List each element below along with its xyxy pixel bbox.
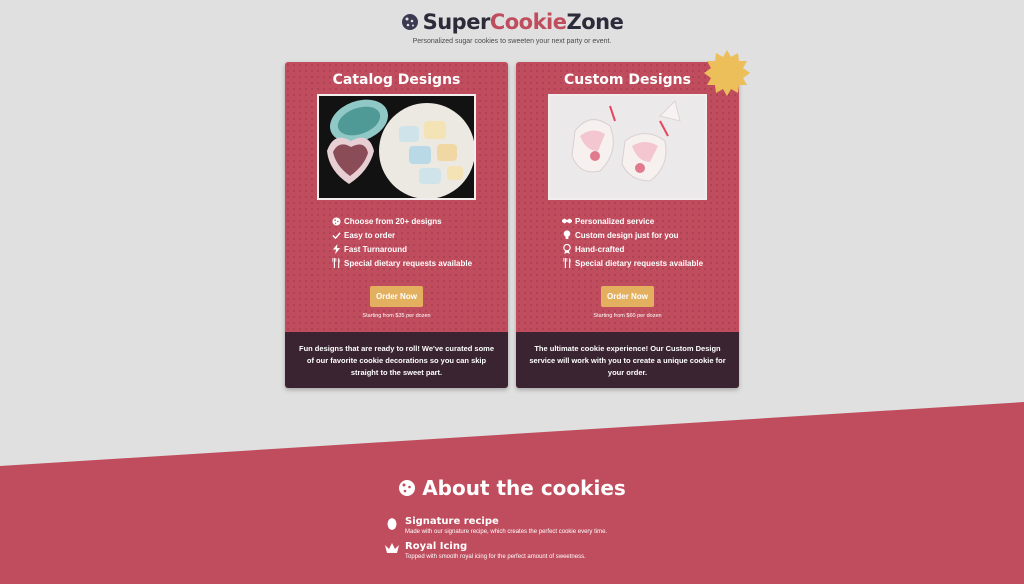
about-feature-list: Signature recipe Made with our signature… — [384, 516, 607, 566]
utensils-icon — [562, 258, 572, 268]
feature-item: Choose from 20+ designs — [331, 214, 508, 228]
feature-item: Special dietary requests available — [331, 256, 508, 270]
tagline: Personalized sugar cookies to sweeten yo… — [412, 38, 612, 45]
card-title: Catalog Designs — [332, 72, 461, 88]
crown-icon — [384, 541, 400, 560]
feature-text: Hand-crafted — [575, 244, 625, 254]
about-section-heading: About the cookies — [0, 476, 1024, 502]
lightning-icon — [331, 244, 341, 254]
about-item-text: Topped with smooth royal icing for the p… — [405, 554, 586, 560]
award-icon — [562, 244, 572, 254]
about-item-text: Made with our signature recipe, which cr… — [405, 529, 608, 535]
logo-word-super: Super — [422, 10, 491, 34]
feature-item: Hand-crafted — [562, 242, 739, 256]
about-item: Royal Icing Topped with smooth royal ici… — [384, 541, 607, 560]
feature-text: Choose from 20+ designs — [344, 216, 442, 226]
about-title: About the cookies — [422, 476, 626, 500]
feature-text: Special dietary requests available — [344, 258, 473, 268]
feature-text: Easy to order — [344, 230, 396, 240]
feature-item: Easy to order — [331, 228, 508, 242]
feature-item: Personalized service — [562, 214, 739, 228]
card-footer-description: Fun designs that are ready to roll! We'v… — [285, 332, 508, 388]
check-icon — [331, 231, 341, 240]
lightbulb-icon — [562, 230, 572, 240]
feature-text: Special dietary requests available — [575, 258, 704, 268]
catalog-feature-list: Choose from 20+ designs Easy to order Fa… — [331, 214, 508, 270]
logo-word-cookie: Cookie — [489, 10, 567, 34]
feature-item: Fast Turnaround — [331, 242, 508, 256]
cookie-logo-icon — [401, 14, 418, 30]
catalog-cookies-photo — [317, 94, 476, 200]
feature-text: Custom design just for you — [575, 230, 679, 240]
about-item-title: Signature recipe — [405, 516, 499, 527]
starburst-badge — [704, 50, 750, 96]
order-now-button[interactable]: Order Now — [370, 286, 423, 307]
card-footer-description: The ultimate cookie experience! Our Cust… — [516, 332, 739, 388]
feature-item: Custom design just for you — [562, 228, 739, 242]
cookie-icon — [331, 216, 341, 226]
price-note: Starting from $35 per dozen — [362, 313, 431, 319]
about-item-title: Royal Icing — [405, 541, 468, 552]
order-now-button[interactable]: Order Now — [601, 286, 654, 307]
cookie-icon — [399, 480, 416, 496]
custom-designs-card: Custom Designs Personalized service Cust… — [516, 50, 750, 388]
utensils-icon — [331, 258, 341, 268]
site-logo[interactable]: SuperCookieZone — [401, 10, 624, 34]
custom-feature-list: Personalized service Custom design just … — [562, 214, 739, 270]
site-header: SuperCookieZone Personalized sugar cooki… — [0, 10, 1024, 45]
feature-text: Fast Turnaround — [344, 244, 407, 254]
about-item: Signature recipe Made with our signature… — [384, 516, 607, 535]
egg-icon — [384, 516, 400, 535]
feature-item: Special dietary requests available — [562, 256, 739, 270]
catalog-designs-card: Catalog Designs Choose from 20+ designs — [285, 62, 508, 388]
price-note: Starting from $60 per dozen — [593, 313, 662, 319]
logo-word-zone: Zone — [566, 10, 624, 34]
handshake-icon — [562, 217, 572, 225]
feature-text: Personalized service — [575, 216, 655, 226]
custom-cookies-photo — [548, 94, 707, 200]
